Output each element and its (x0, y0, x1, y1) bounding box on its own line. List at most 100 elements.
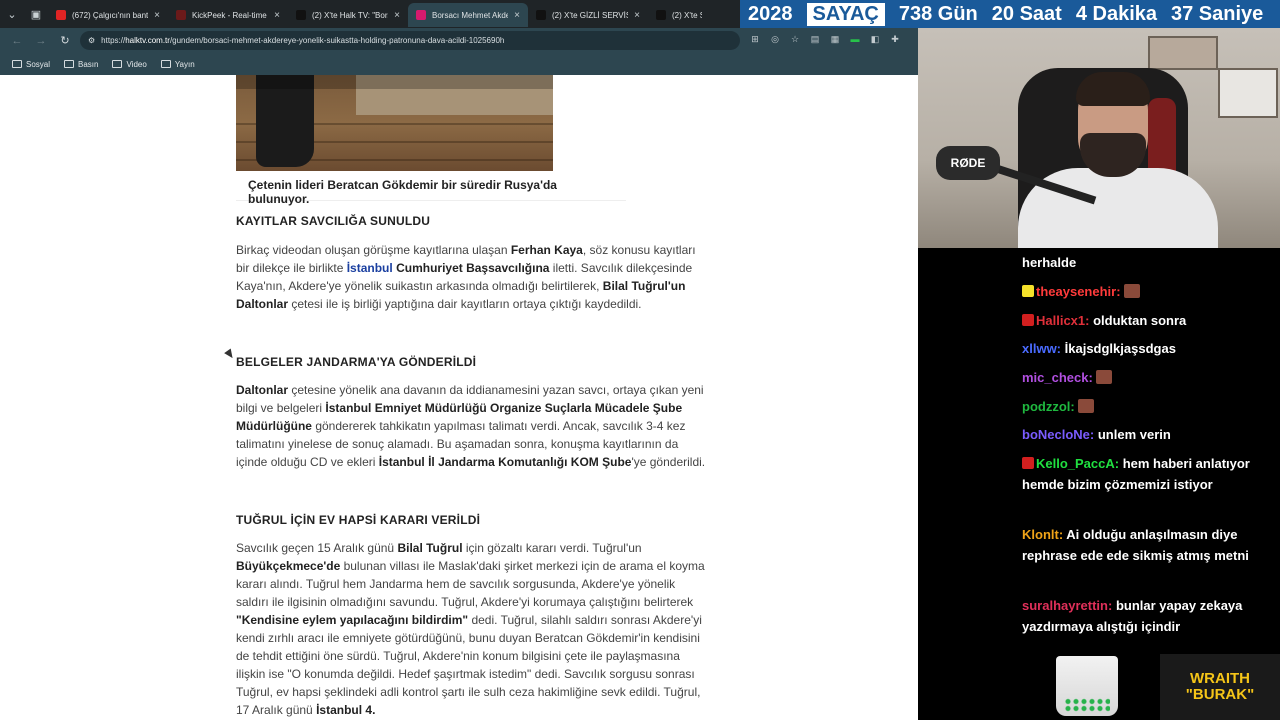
chat-badge-icon (1022, 285, 1034, 297)
arrow-left-icon: ← (11, 34, 23, 47)
tab-title: Borsacı Mehmet Akdere (432, 10, 509, 20)
forward-button[interactable]: → (32, 32, 50, 50)
folder-icon (112, 60, 123, 68)
tab-list-button[interactable]: ⌄ (0, 0, 24, 28)
chat-message: Klonlt: Ai olduğu anlaşılmasın diye reph… (1022, 524, 1270, 566)
chevron-down-icon: ⌄ (7, 8, 17, 21)
countdown-year: 2028 (748, 2, 793, 25)
text-run: "Kendisine eylem yapılacağını bildirdim" (236, 613, 469, 627)
tab-title: (672) Çalgıcı'nın bantları (72, 10, 149, 20)
section-heading-3: TUĞRUL İÇİN EV HAPSİ KARARI VERİLDİ (236, 513, 481, 527)
browser-toolbar: ← → ↻ ⌂ ⚙ https://halktv.com.tr/gundem/b… (0, 28, 918, 53)
browser-tab[interactable]: (2) X'te GİZLİ SERVİS: "B × (528, 3, 648, 27)
chat-message: suralhayrettin: bunlar yapay zekaya yazd… (1022, 595, 1270, 637)
chat-text: herhalde (1022, 255, 1077, 270)
tab-favicon-icon (176, 10, 186, 20)
chat-username[interactable]: podzzol: (1022, 399, 1075, 414)
chat-message: herhalde (1022, 252, 1270, 273)
browser-tab[interactable]: (2) X'te Halk TV: "Borsac × (288, 3, 408, 27)
chat-message: Hallicx1: olduktan sonra (1022, 310, 1270, 331)
extension-icon[interactable]: ▤ (808, 32, 822, 46)
countdown-banner: 2028 SAYAÇ 738 Gün 20 Saat 4 Dakika 37 S… (740, 0, 1280, 28)
text-run: Bilal Tuğrul (397, 541, 463, 555)
chat-badge-icon (1022, 457, 1034, 469)
tab-favicon-icon (656, 10, 666, 20)
close-tab-icon[interactable]: × (634, 10, 640, 21)
inline-link[interactable]: İstanbul (347, 261, 393, 275)
countdown-label: SAYAÇ (806, 2, 885, 26)
extensions-puzzle-icon[interactable]: ✚ (888, 32, 902, 46)
chat-username[interactable]: mic_check: (1022, 370, 1093, 385)
paragraph-3: Savcılık geçen 15 Aralık günü Bilal Tuğr… (236, 539, 706, 719)
text-run: İstanbul 4. (316, 703, 376, 717)
extension-icon-3[interactable]: ▬ (848, 32, 862, 46)
browser-tab[interactable]: (2) X'te Schw (648, 3, 710, 27)
countdown-days: 738 Gün (898, 2, 978, 25)
chat-username[interactable]: Hallicx1: (1036, 313, 1089, 328)
text-run: Cumhuriyet Başsavcılığına (396, 261, 550, 275)
close-tab-icon[interactable]: × (274, 10, 280, 21)
text-run: çetesi ile iş birliği yaptığına dair kay… (288, 297, 642, 311)
extension-icon-2[interactable]: ▦ (828, 32, 842, 46)
chat-text: İkajsdglkjaşsdgas (1064, 341, 1176, 356)
tab-actions-button[interactable]: ▣ (24, 0, 48, 28)
chat-username[interactable]: Kello_PaccA: (1036, 456, 1119, 471)
close-tab-icon[interactable]: × (154, 10, 160, 21)
bookmark-folder-basin[interactable]: Basın (64, 60, 98, 69)
glass-overlay (1056, 656, 1118, 716)
browser-tab[interactable]: (672) Çalgıcı'nın bantları × (48, 3, 168, 27)
countdown-seconds: 37 Saniye (1171, 2, 1264, 25)
chat-emote-icon (1124, 284, 1141, 298)
countdown-hours: 20 Saat (991, 2, 1062, 25)
text-run: 'ye gönderildi. (631, 455, 706, 469)
site-info-icon[interactable]: ⚙ (88, 36, 95, 45)
chat-emote-icon (1078, 399, 1095, 413)
bookmark-star-icon[interactable]: ☆ (788, 32, 802, 46)
extension-icon-4[interactable]: ◧ (868, 32, 882, 46)
text-run: Büyükçekmece'de (236, 559, 341, 573)
article-photo (236, 75, 553, 171)
folder-icon (160, 60, 171, 68)
back-button[interactable]: ← (8, 32, 26, 50)
text-run: Ferhan Kaya (510, 243, 583, 257)
reload-button[interactable]: ↻ (56, 32, 74, 50)
chat-text: olduktan sonra (1093, 313, 1187, 328)
address-url: https://halktv.com.tr/gundem/borsaci-meh… (101, 36, 505, 45)
chat-message: xllww: İkajsdglkjaşsdgas (1022, 338, 1270, 359)
countdown-minutes: 4 Dakika (1075, 2, 1157, 25)
close-tab-icon[interactable]: × (514, 10, 520, 21)
chat-message: mic_check: (1022, 367, 1270, 388)
chat-username[interactable]: xllww: (1022, 341, 1061, 356)
tab-title: (2) X'te GİZLİ SERVİS: "B (552, 10, 628, 20)
reload-icon: ↻ (60, 35, 70, 47)
tab-title: (2) X'te Schw (672, 10, 702, 20)
bookmark-folder-sosyal[interactable]: Sosyal (12, 60, 50, 69)
text-run: Savcılık geçen 15 Aralık günü (236, 541, 398, 555)
text-run: İstanbul İl Jandarma Komutanlığı KOM Şub… (378, 455, 632, 469)
web-page: Çetenin lideri Beratcan Gökdemir bir sür… (0, 75, 918, 720)
tab-favicon-icon (56, 10, 66, 20)
browser-tab[interactable]: Borsacı Mehmet Akdere × (408, 3, 528, 27)
chat-username[interactable]: Klonlt: (1022, 527, 1063, 542)
section-heading-1: KAYITLAR SAVCILIĞA SUNULDU (236, 214, 431, 228)
chat-message: Kello_PaccA: hem haberi anlatıyor hemde … (1022, 453, 1270, 495)
chat-message: podzzol: (1022, 396, 1270, 417)
chat-emote-icon (1096, 370, 1113, 384)
stream-logo: WRAITH "BURAK" (1160, 654, 1280, 720)
paragraph-2: Daltonlar çetesine yönelik ana davanın d… (236, 381, 706, 471)
arrow-right-icon: → (35, 34, 47, 47)
chat-badge-icon (1022, 314, 1034, 326)
folder-icon (12, 60, 22, 68)
chat-username[interactable]: boNecloNe: (1022, 427, 1094, 442)
browser-tab[interactable]: KickPeek - Real-time UI × (168, 3, 288, 27)
bookmark-folder-video[interactable]: Video (112, 60, 147, 69)
bookmark-folder-yayin[interactable]: Yayın (160, 60, 195, 69)
text-run: Birkaç videodan oluşan görüşme kayıtları… (236, 243, 511, 257)
address-bar[interactable]: ⚙ https://halktv.com.tr/gundem/borsaci-m… (80, 31, 740, 50)
chat-text: unlem verin (1097, 427, 1171, 442)
close-tab-icon[interactable]: × (394, 10, 400, 21)
install-app-icon[interactable]: ⊞ (748, 32, 762, 46)
chat-username[interactable]: theaysenehir: (1036, 284, 1121, 299)
translate-icon[interactable]: ◎ (768, 32, 782, 46)
chat-username[interactable]: suralhayrettin: (1022, 598, 1112, 613)
